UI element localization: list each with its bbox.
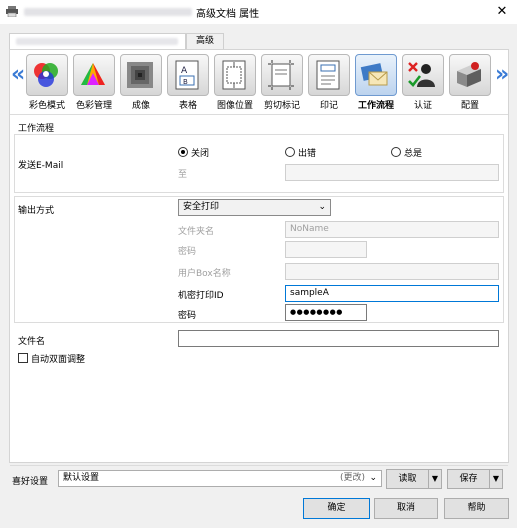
color-mode-icon [34, 63, 58, 87]
folder-password-label: 密码 [178, 247, 197, 257]
form-icon: A B [175, 60, 199, 90]
printer-icon [6, 6, 18, 17]
svg-text:A: A [181, 66, 188, 76]
auto-duplex-checkbox[interactable] [18, 353, 28, 363]
stamp-icon [316, 60, 340, 90]
tab-advanced[interactable]: 高级 [186, 33, 224, 50]
toolbar-item-crop-marks[interactable]: 剪切标记 [259, 54, 305, 111]
section-title: 工作流程 [18, 124, 55, 134]
favorites-divider [10, 465, 508, 466]
close-button[interactable]: ✕ [492, 3, 512, 21]
favorites-label: 喜好设置 [12, 477, 49, 487]
output-method-label: 输出方式 [18, 206, 55, 216]
window-title: 高级文档 属性 [196, 9, 260, 20]
email-radio-error[interactable] [285, 147, 295, 157]
user-box-label: 用户Box名称 [178, 269, 231, 279]
tab-printer-label-redacted [16, 38, 178, 45]
secure-print-id-label: 机密打印ID [178, 291, 224, 301]
toolbar-item-authentication[interactable]: 认证 [400, 54, 446, 111]
toolbar-item-color-management[interactable]: 色彩管理 [71, 54, 117, 111]
image-position-icon [222, 60, 246, 90]
toolbar-next-button[interactable]: » [495, 62, 509, 92]
toolbar-item-configuration[interactable]: 配置 [447, 54, 493, 111]
cancel-button[interactable]: 取消 [374, 498, 438, 519]
imaging-icon [127, 62, 153, 88]
help-button[interactable]: 帮助 [444, 498, 509, 519]
email-radio-error-label: 出错 [298, 149, 317, 159]
save-dropdown-button[interactable]: ▼ [489, 469, 503, 489]
workflow-icon [360, 63, 388, 86]
svg-text:B: B [183, 78, 188, 86]
email-to-label: 至 [178, 170, 188, 180]
secure-password-label: 密码 [178, 311, 197, 321]
color-management-icon [81, 63, 105, 85]
favorites-select[interactable]: 默认设置 (更改) ⌄ [58, 470, 382, 487]
folder-name-label: 文件夹名 [178, 227, 215, 237]
filename-field[interactable] [178, 330, 499, 347]
chevron-down-icon: ⌄ [318, 202, 326, 212]
save-button[interactable]: 保存 [447, 469, 490, 489]
toolbar-item-image-position[interactable]: 图像位置 [212, 54, 258, 111]
caret-down-icon: ▼ [431, 474, 439, 483]
toolbar-item-stamp[interactable]: 印记 [306, 54, 352, 111]
email-radio-always-label: 总是 [404, 149, 423, 159]
secure-print-id-field[interactable]: sampleA [285, 285, 499, 302]
user-box-field[interactable] [285, 263, 499, 280]
email-to-field[interactable] [285, 164, 499, 181]
filename-label: 文件名 [18, 337, 46, 347]
toolbar-prev-button[interactable]: « [11, 62, 25, 92]
toolbar-divider [10, 114, 508, 115]
chevron-down-icon: ⌄ [369, 473, 377, 483]
folder-name-field[interactable]: NoName [285, 221, 499, 238]
email-radio-off-label: 关闭 [191, 149, 210, 159]
toolbar-item-workflow[interactable]: 工作流程 [353, 54, 399, 111]
title-printer-name-redacted [24, 8, 192, 16]
crop-marks-icon [268, 60, 294, 90]
toolbar-item-form[interactable]: A B 表格 [165, 54, 211, 111]
favorites-changed-text: (更改) [339, 473, 365, 483]
load-button[interactable]: 读取 [386, 469, 429, 489]
auto-duplex-label: 自动双面调整 [31, 355, 86, 365]
caret-down-icon: ▼ [492, 474, 500, 483]
toolbar-item-imaging[interactable]: 成像 [118, 54, 164, 111]
output-method-select[interactable]: 安全打印 ⌄ [178, 199, 331, 216]
favorites-value: 默认设置 [63, 473, 100, 483]
load-dropdown-button[interactable]: ▼ [428, 469, 442, 489]
toolbar-item-label: 配置 [460, 101, 479, 111]
configuration-icon [457, 62, 481, 87]
email-radio-off[interactable] [178, 147, 188, 157]
output-method-value: 安全打印 [183, 202, 220, 212]
authentication-icon [408, 62, 435, 87]
secure-password-field[interactable]: ●●●●●●●● [285, 304, 367, 321]
email-radio-always[interactable] [391, 147, 401, 157]
ok-button[interactable]: 确定 [303, 498, 370, 519]
toolbar-item-color-mode[interactable]: 彩色模式 [24, 54, 70, 111]
email-label: 发送E-Mail [18, 161, 64, 171]
folder-password-field[interactable] [285, 241, 367, 258]
